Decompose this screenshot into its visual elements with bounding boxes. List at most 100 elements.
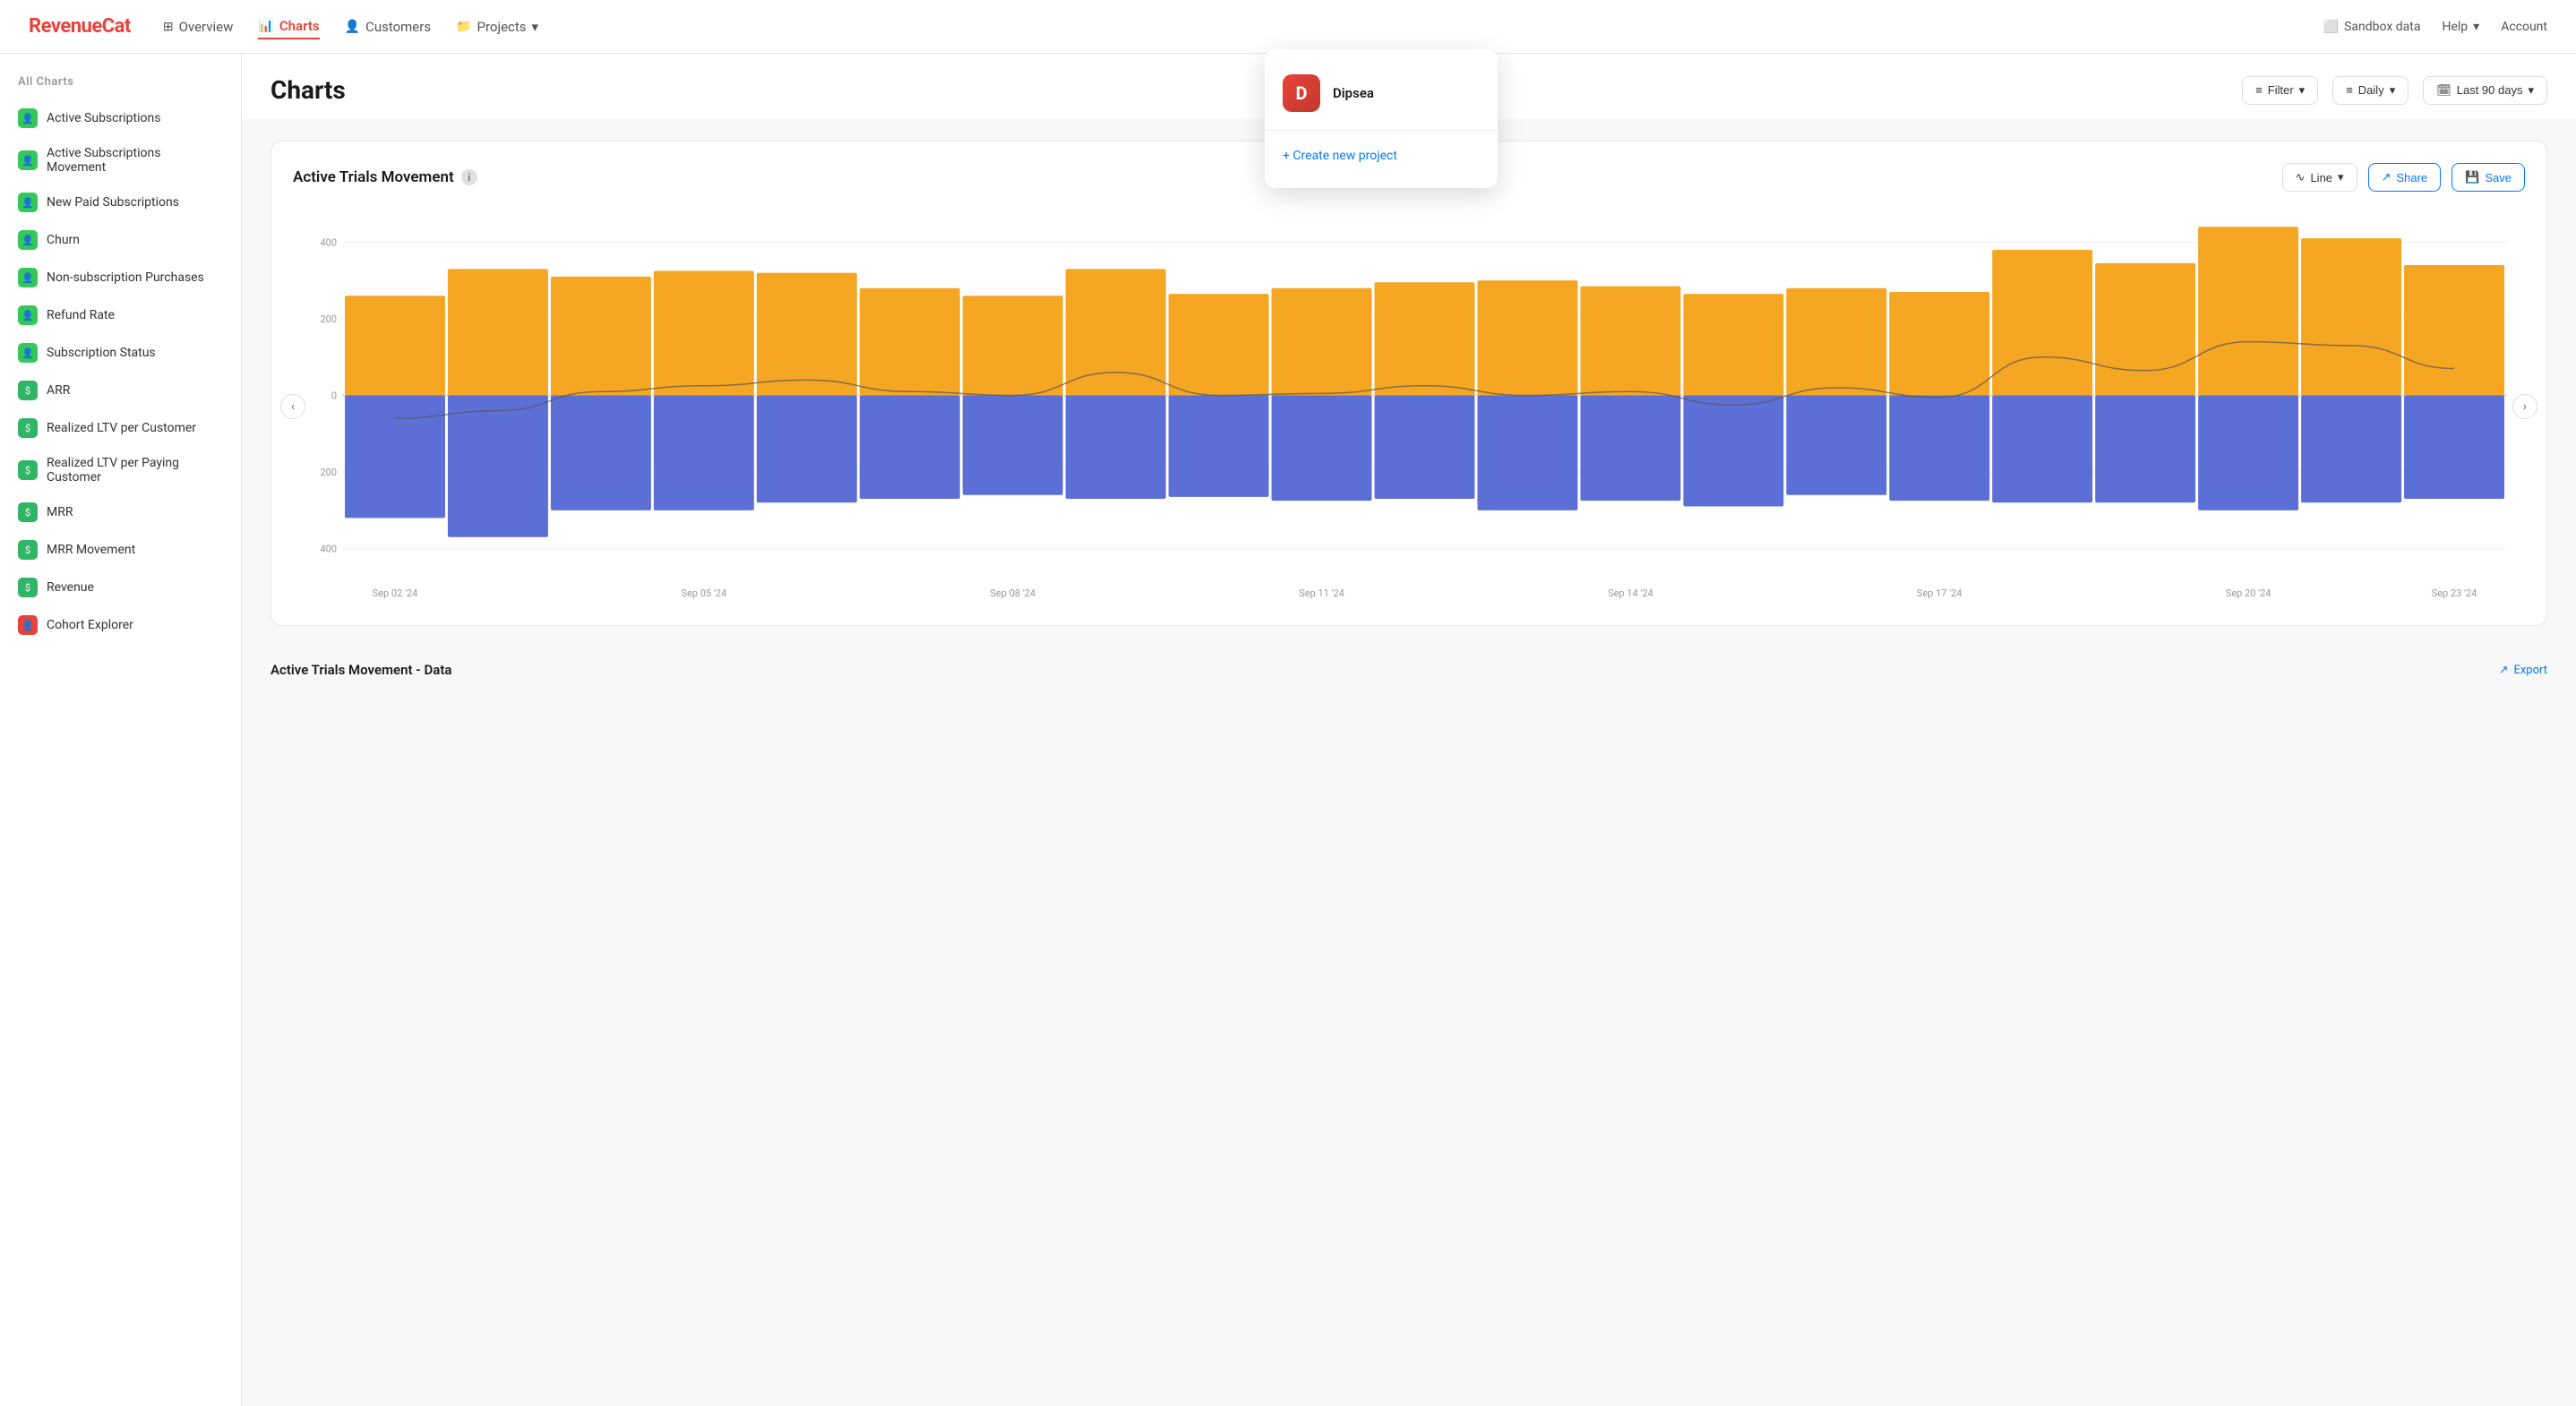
nav-customers[interactable]: 👤 Customers (345, 14, 431, 39)
filter-icon: ≡ (2255, 83, 2263, 97)
calendar-icon: 🗓 (2436, 83, 2451, 98)
chart-info-icon[interactable]: i (461, 169, 477, 185)
main-content: Charts ≡ Filter ▾ ≡ Daily ▾ 🗓 Last 90 da… (242, 54, 2576, 1406)
dropdown-divider (1265, 130, 1498, 131)
nav-sandbox[interactable]: ⬜ Sandbox data (2323, 16, 2421, 38)
svg-text:Sep 02 '24: Sep 02 '24 (373, 587, 418, 599)
navbar-right: ⬜ Sandbox data Help ▾ Account (2323, 16, 2547, 38)
sidebar-section-title: All Charts (0, 75, 241, 99)
sidebar-item-arr[interactable]: $ ARR (0, 372, 241, 409)
sidebar: All Charts 👤Active Subscriptions👤Active … (0, 54, 242, 1406)
realized-ltv-per-paying-customer-icon: $ (18, 460, 38, 480)
bar-chart: 6004002000200400600Sep 02 '24Sep 05 '24S… (293, 210, 2525, 604)
arr-icon: $ (18, 381, 38, 400)
projects-dropdown: D Dipsea + Create new project (1265, 49, 1498, 188)
cohort-explorer-icon: 👤 (18, 615, 38, 635)
nav-projects[interactable]: 📁 Projects ▾ (456, 14, 538, 39)
svg-text:Sep 20 '24: Sep 20 '24 (2226, 587, 2271, 599)
refund-rate-label: Refund Rate (47, 308, 115, 322)
sidebar-item-cohort-explorer[interactable]: 👤 Cohort Explorer (0, 606, 241, 644)
share-icon: ↗ (2382, 170, 2391, 184)
svg-text:400: 400 (320, 544, 337, 555)
filter-chevron-icon: ▾ (2299, 83, 2306, 98)
revenue-label: Revenue (47, 580, 94, 595)
chart-card: Active Trials Movement i ∿ Line ▾ ↗ Shar… (270, 141, 2547, 626)
nav-account[interactable]: Account (2501, 16, 2547, 38)
data-section: Active Trials Movement - Data ↗ Export (242, 647, 2576, 710)
sidebar-item-non-subscription-purchases[interactable]: 👤Non-subscription Purchases (0, 259, 241, 296)
new-paid-subscriptions-label: New Paid Subscriptions (47, 195, 179, 210)
projects-chevron-icon: ▾ (532, 19, 539, 35)
realized-ltv-per-customer-icon: $ (18, 418, 38, 438)
svg-text:Sep 14 '24: Sep 14 '24 (1608, 587, 1653, 599)
page-layout: All Charts 👤Active Subscriptions👤Active … (0, 54, 2576, 1406)
save-button[interactable]: 💾 Save (2451, 163, 2525, 192)
share-button[interactable]: ↗ Share (2368, 163, 2442, 192)
active-subscriptions-movement-label: Active Subscriptions Movement (47, 146, 223, 175)
subscription-status-label: Subscription Status (47, 346, 156, 360)
line-icon: ∿ (2296, 170, 2306, 184)
project-item-dipsea[interactable]: D Dipsea (1265, 64, 1498, 123)
date-range-button[interactable]: 🗓 Last 90 days ▾ (2423, 76, 2547, 105)
customers-icon: 👤 (345, 20, 360, 34)
cohort-explorer-label: Cohort Explorer (47, 618, 133, 632)
daily-button[interactable]: ≡ Daily ▾ (2332, 76, 2409, 105)
filter-button[interactable]: ≡ Filter ▾ (2242, 76, 2318, 105)
sidebar-item-mrr[interactable]: $MRR (0, 493, 241, 531)
create-project-button[interactable]: + Create new project (1265, 138, 1498, 174)
sidebar-item-mrr-movement[interactable]: $ MRR Movement (0, 531, 241, 569)
sidebar-item-active-subscriptions[interactable]: 👤Active Subscriptions (0, 99, 241, 137)
daily-chevron-icon: ▾ (2390, 83, 2396, 98)
sidebar-item-subscription-status[interactable]: 👤 Subscription Status (0, 334, 241, 372)
chart-nav-right[interactable]: › (2512, 394, 2537, 419)
header-controls: ≡ Filter ▾ ≡ Daily ▾ 🗓 Last 90 days ▾ (2242, 76, 2547, 105)
svg-text:200: 200 (320, 313, 337, 325)
chart-nav-left[interactable]: ‹ (280, 394, 305, 419)
svg-text:Sep 08 '24: Sep 08 '24 (990, 587, 1035, 599)
svg-text:400: 400 (320, 236, 337, 248)
mrr-movement-label: MRR Movement (47, 543, 135, 557)
svg-text:0: 0 (331, 390, 337, 402)
churn-icon: 👤 (18, 230, 38, 250)
export-button[interactable]: ↗ Export (2499, 664, 2547, 677)
realized-ltv-per-customer-label: Realized LTV per Customer (47, 421, 196, 435)
sandbox-icon: ⬜ (2323, 20, 2339, 34)
new-paid-subscriptions-icon: 👤 (18, 193, 38, 212)
projects-icon: 📁 (456, 20, 471, 34)
nav-help[interactable]: Help ▾ (2442, 16, 2479, 38)
nav-overview[interactable]: ⊞ Overview (163, 14, 234, 39)
project-avatar: D (1283, 74, 1320, 112)
sidebar-item-realized-ltv-per-paying-customer[interactable]: $Realized LTV per Paying Customer (0, 447, 241, 493)
arr-label: ARR (47, 383, 70, 398)
chart-title: Active Trials Movement i (293, 168, 477, 186)
sidebar-item-churn[interactable]: 👤Churn (0, 221, 241, 259)
active-subscriptions-label: Active Subscriptions (47, 111, 160, 125)
sidebar-items: 👤Active Subscriptions👤Active Subscriptio… (0, 99, 241, 644)
nav-charts[interactable]: 📊 Charts (258, 14, 319, 39)
svg-text:200: 200 (320, 467, 337, 478)
logo[interactable]: RevenueCat (29, 15, 131, 38)
non-subscription-purchases-label: Non-subscription Purchases (47, 270, 204, 285)
refund-rate-icon: 👤 (18, 305, 38, 325)
navbar-left: RevenueCat ⊞ Overview 📊 Charts 👤 Custome… (29, 14, 538, 39)
overview-icon: ⊞ (163, 20, 174, 34)
line-chart-button[interactable]: ∿ Line ▾ (2282, 163, 2357, 192)
sidebar-item-new-paid-subscriptions[interactable]: 👤 New Paid Subscriptions (0, 184, 241, 221)
nav-links: ⊞ Overview 📊 Charts 👤 Customers 📁 Projec… (163, 14, 538, 39)
sidebar-item-active-subscriptions-movement[interactable]: 👤 Active Subscriptions Movement (0, 137, 241, 184)
data-header: Active Trials Movement - Data ↗ Export (270, 647, 2547, 689)
sidebar-item-refund-rate[interactable]: 👤 Refund Rate (0, 296, 241, 334)
svg-text:Sep 11 '24: Sep 11 '24 (1299, 587, 1344, 599)
mrr-movement-icon: $ (18, 540, 38, 560)
svg-text:Sep 23 '24: Sep 23 '24 (2432, 587, 2477, 599)
active-subscriptions-movement-icon: 👤 (18, 150, 38, 170)
subscription-status-icon: 👤 (18, 343, 38, 363)
chart-section: Active Trials Movement i ∿ Line ▾ ↗ Shar… (242, 119, 2576, 647)
mrr-icon: $ (18, 502, 38, 522)
svg-text:Sep 05 '24: Sep 05 '24 (682, 587, 727, 599)
daily-icon: ≡ (2346, 83, 2353, 97)
sidebar-item-realized-ltv-per-customer[interactable]: $ Realized LTV per Customer (0, 409, 241, 447)
sidebar-item-revenue[interactable]: $Revenue (0, 569, 241, 606)
export-icon: ↗ (2499, 664, 2509, 677)
help-chevron-icon: ▾ (2473, 20, 2479, 34)
